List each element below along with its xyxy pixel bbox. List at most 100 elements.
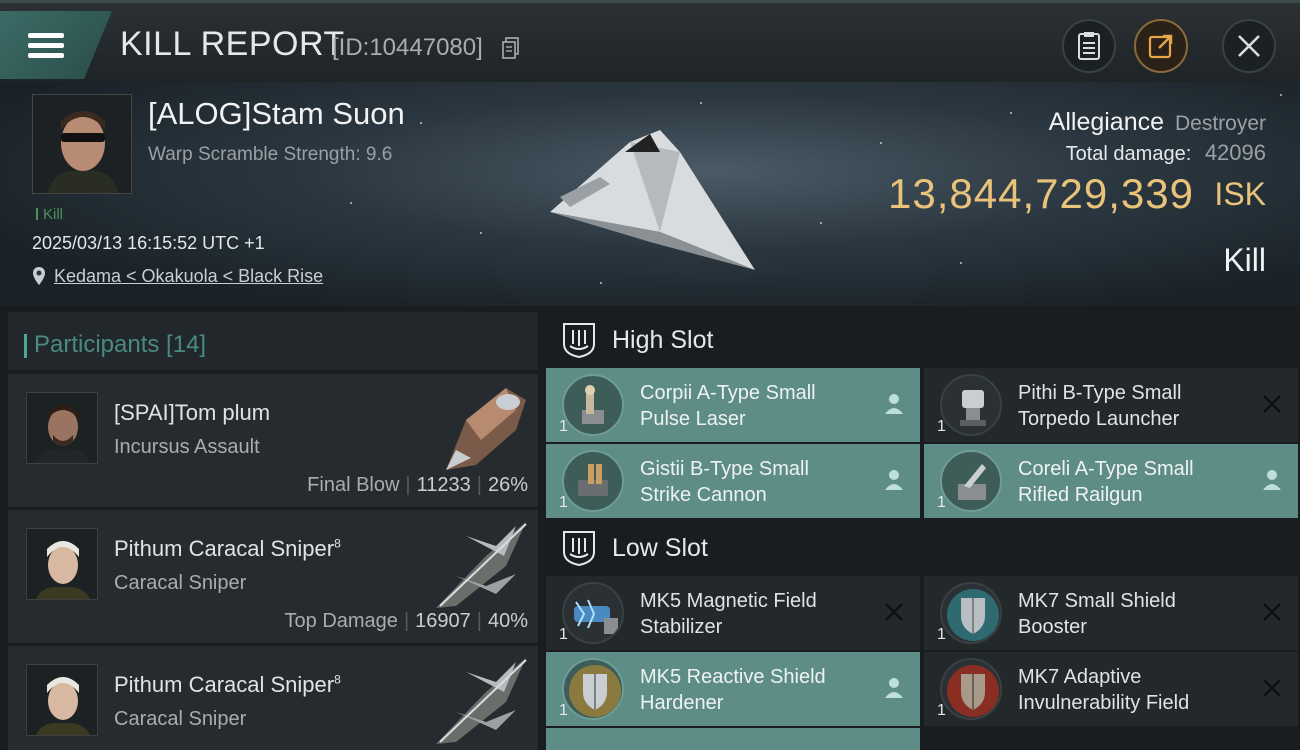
share-button[interactable] <box>1134 19 1188 73</box>
participant-ship: Caracal Sniper <box>114 572 247 594</box>
participant-row[interactable]: Pithum Caracal Sniper8 Caracal Sniper To… <box>8 510 538 644</box>
launcher-icon <box>940 374 1002 436</box>
laser-icon <box>562 374 624 436</box>
allegiance-label: Allegiance <box>1048 108 1165 136</box>
kill-datetime: 2025/03/13 16:15:52 UTC +1 <box>32 233 265 253</box>
participant-damage: 16907 <box>415 610 471 632</box>
close-button[interactable] <box>1222 19 1276 73</box>
participant-damage: 11233 <box>416 474 471 496</box>
total-damage-label: Total damage: <box>1065 143 1192 165</box>
victim-panel: [ALOG]Stam Suon Warp Scramble Strength: … <box>0 82 1300 306</box>
destroyed-x-icon <box>1263 395 1281 413</box>
participant-level: 8 <box>334 672 341 687</box>
total-damage: Total damage: 42096 <box>1066 140 1266 166</box>
high-slot-label: High Slot <box>612 325 714 354</box>
hamburger-icon <box>28 28 64 63</box>
module-item[interactable]: 1 Pithi B-Type Small Torpedo Launcher <box>924 368 1298 442</box>
destroyed-x-icon <box>885 603 903 621</box>
module-name: Gistii B-Type Small Strike Cannon <box>640 458 809 506</box>
participants-panel: Participants [14] [SPAI]Tom plum Incursu… <box>0 306 544 750</box>
module-item[interactable]: 1 MK5 Reactive Shield Hardener <box>546 652 920 726</box>
clipboard-button[interactable] <box>1062 19 1116 73</box>
shield-booster-icon <box>940 582 1002 644</box>
participant-percent: 40% <box>487 610 528 632</box>
low-slot-header: Low Slot <box>544 518 1300 578</box>
dropped-person-icon <box>885 470 903 490</box>
location-pin-icon <box>33 267 45 285</box>
module-name: MK5 Reactive Shield Hardener <box>640 666 826 714</box>
invuln-field-icon <box>940 658 1002 720</box>
shield-hardener-icon <box>562 658 624 720</box>
module-item[interactable]: 1 Corpii A-Type Small Pulse Laser <box>546 368 920 442</box>
high-slot-icon <box>563 323 595 358</box>
module-name: Coreli A-Type Small Rifled Railgun <box>1018 458 1194 506</box>
module-quantity: 1 <box>937 418 946 435</box>
destroyed-x-icon <box>1263 603 1281 621</box>
kill-tag: Kill <box>36 206 63 223</box>
participant-name: Pithum Caracal Sniper8 <box>114 536 341 561</box>
module-quantity: 1 <box>559 702 568 719</box>
module-item[interactable]: 1 MK5 Magnetic Field Stabilizer <box>546 576 920 650</box>
participant-stat-label: Final Blow <box>307 474 400 496</box>
participant-name: [SPAI]Tom plum <box>114 400 271 425</box>
participants-title: Participants [14] <box>23 331 207 358</box>
dropped-person-icon <box>885 394 903 414</box>
participant-stats: Final Blow | 11233 | 26% <box>307 474 528 496</box>
clipboard-icon <box>1078 32 1100 60</box>
location-link[interactable]: Kedama < Okakuola < Black Rise <box>54 266 323 287</box>
participant-stats: Top Damage | 16907 | 40% <box>284 610 528 632</box>
fitting-panel: High Slot 1 Corpii A-Type Small Pulse Las… <box>544 306 1300 750</box>
participant-ship: Caracal Sniper <box>114 708 247 730</box>
module-quantity: 1 <box>559 626 568 643</box>
module-quantity: 1 <box>937 626 946 643</box>
low-slot-label: Low Slot <box>612 533 708 562</box>
victim-ship-image <box>550 130 755 270</box>
copy-icon[interactable] <box>502 37 520 59</box>
page-title: KILL REPORT <box>120 25 345 63</box>
module-quantity: 1 <box>937 702 946 719</box>
module-name: Pithi B-Type Small Torpedo Launcher <box>1018 382 1182 430</box>
participant-avatar <box>26 664 98 736</box>
dropped-person-icon <box>1263 470 1281 490</box>
participant-avatar <box>26 528 98 600</box>
kill-id: [ID:10447080] <box>332 34 483 61</box>
participant-ship: Incursus Assault <box>114 436 260 458</box>
high-slot-header: High Slot <box>544 310 1300 370</box>
isk-unit: ISK <box>1214 176 1266 212</box>
share-icon <box>1148 34 1173 59</box>
module-item[interactable]: 1 Gistii B-Type Small Strike Cannon <box>546 444 920 518</box>
participant-level: 8 <box>334 536 341 551</box>
close-icon <box>1238 35 1260 57</box>
total-damage-value: 42096 <box>1204 140 1266 165</box>
result-label: Kill <box>1223 242 1266 278</box>
module-name: MK7 Small Shield Booster <box>1018 590 1176 638</box>
participants-header[interactable]: Participants [14] <box>8 312 538 370</box>
title-bar: KILL REPORT [ID:10447080] <box>0 0 1300 82</box>
cannon-icon <box>562 450 624 512</box>
victim-avatar[interactable] <box>32 94 132 194</box>
participant-row[interactable]: Pithum Caracal Sniper8 Caracal Sniper <box>8 646 538 750</box>
dropped-person-icon <box>885 678 903 698</box>
participant-percent: 26% <box>487 474 528 496</box>
ship-class: Destroyer <box>1174 112 1266 135</box>
isk-value: 13,844,729,339 <box>888 170 1194 217</box>
participant-name: Pithum Caracal Sniper8 <box>114 672 341 697</box>
module-name: Corpii A-Type Small Pulse Laser <box>640 382 816 430</box>
module-item[interactable]: 1 MK7 Small Shield Booster <box>924 576 1298 650</box>
module-item-partial[interactable] <box>546 728 920 750</box>
module-item[interactable]: 1 Coreli A-Type Small Rifled Railgun <box>924 444 1298 518</box>
participant-row[interactable]: [SPAI]Tom plum Incursus Assault Final Bl… <box>8 374 538 508</box>
participant-ship-image <box>446 388 526 470</box>
module-quantity: 1 <box>937 494 946 511</box>
participant-ship-image <box>436 658 527 744</box>
railgun-icon <box>940 450 1002 512</box>
participant-avatar <box>26 392 98 464</box>
module-name: MK5 Magnetic Field Stabilizer <box>640 590 817 638</box>
stabilizer-icon <box>562 582 624 644</box>
victim-name[interactable]: [ALOG]Stam Suon <box>148 96 405 132</box>
menu-button[interactable] <box>0 11 112 79</box>
module-item[interactable]: 1 MK7 Adaptive Invulnerability Field <box>924 652 1298 726</box>
low-slot-icon <box>563 531 595 566</box>
destroyed-x-icon <box>1263 679 1281 697</box>
module-name: MK7 Adaptive Invulnerability Field <box>1018 666 1190 714</box>
